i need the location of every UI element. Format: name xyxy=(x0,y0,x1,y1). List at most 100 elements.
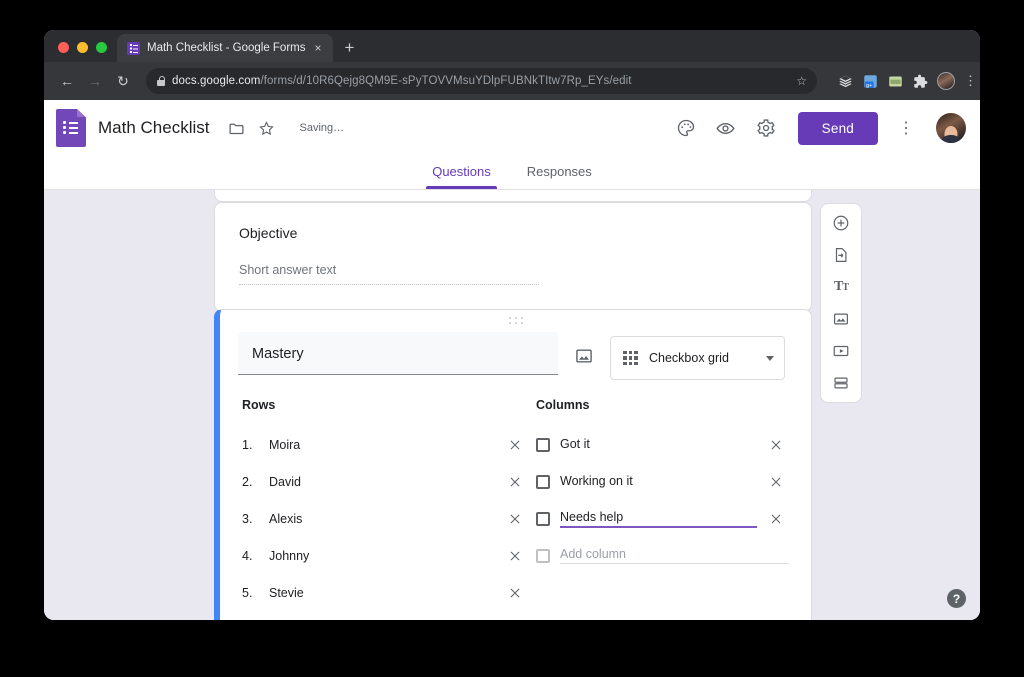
help-button[interactable]: ? xyxy=(947,589,966,608)
short-answer-placeholder: Short answer text xyxy=(239,263,539,285)
add-image-icon[interactable] xyxy=(572,344,596,368)
tab-responses[interactable]: Responses xyxy=(513,156,606,189)
grid-row-item[interactable]: 1. Moira xyxy=(242,426,528,463)
account-avatar[interactable] xyxy=(936,113,966,143)
columns-header: Columns xyxy=(536,398,789,412)
palette-icon[interactable] xyxy=(668,110,704,146)
add-question-icon[interactable] xyxy=(825,210,857,236)
tab-questions[interactable]: Questions xyxy=(418,156,505,189)
remove-row-icon[interactable] xyxy=(506,584,524,602)
forward-icon[interactable]: → xyxy=(82,68,108,94)
row-number: 2. xyxy=(242,475,259,489)
new-tab-button[interactable]: + xyxy=(333,39,365,62)
browser-tab-title: Math Checklist - Google Forms xyxy=(147,42,306,54)
question-type-select[interactable]: Checkbox grid xyxy=(610,336,785,380)
add-section-icon[interactable] xyxy=(825,370,857,396)
puzzle-piece-icon[interactable] xyxy=(912,73,928,89)
grid-icon xyxy=(623,351,638,366)
grid-row-item[interactable]: 4. Johnny xyxy=(242,537,528,574)
checkbox-icon xyxy=(536,438,550,452)
google-forms-app: Math Checklist Saving… Send ⋮ xyxy=(44,100,980,620)
add-title-description-icon[interactable]: TT xyxy=(825,274,857,300)
grid-row-item[interactable]: 6.Twyla xyxy=(242,611,528,620)
folder-icon[interactable] xyxy=(223,115,249,141)
add-item-toolbar: TT xyxy=(820,203,862,403)
browser-tab[interactable]: Math Checklist - Google Forms × xyxy=(117,34,333,62)
rows-column: Rows 1. Moira 2. David 3.Alexis 4. Johnny 5. Ste… xyxy=(242,398,528,620)
row-label-input[interactable]: Moira xyxy=(269,438,496,452)
browser-profile-avatar[interactable] xyxy=(937,72,955,90)
grid-row-item[interactable]: 2. David xyxy=(242,463,528,500)
g-plus-extension-icon[interactable]: g+ xyxy=(862,73,878,89)
checkbox-icon xyxy=(536,512,550,526)
close-icon[interactable]: × xyxy=(313,42,324,54)
row-number: 1. xyxy=(242,438,259,452)
remove-row-icon[interactable] xyxy=(506,436,524,454)
grid-column-item[interactable]: Add column xyxy=(536,537,789,574)
column-label-input[interactable]: Needs help xyxy=(560,510,757,528)
svg-text:g+: g+ xyxy=(866,82,872,88)
remove-row-icon[interactable] xyxy=(506,473,524,491)
note-extension-icon[interactable] xyxy=(887,73,903,89)
chevron-down-icon xyxy=(766,356,774,361)
browser-window: Math Checklist - Google Forms × + ← → ↻ … xyxy=(44,30,980,620)
layers-icon[interactable] xyxy=(837,73,853,89)
row-number: 5. xyxy=(242,586,259,600)
remove-row-icon[interactable] xyxy=(506,547,524,565)
browser-menu-icon[interactable]: ⋮ xyxy=(964,77,970,85)
column-label-input[interactable]: Working on it xyxy=(560,474,757,490)
row-number: 4. xyxy=(242,549,259,563)
eye-icon[interactable] xyxy=(708,110,744,146)
row-label-input[interactable]: Stevie xyxy=(269,586,496,600)
address-bar[interactable]: docs.google.com/forms/d/10R6Qejg8QM9E-sP… xyxy=(146,68,817,94)
maximize-window-button[interactable] xyxy=(96,42,107,53)
column-label-input[interactable]: Got it xyxy=(560,437,757,453)
question-header: Mastery Checkbox grid xyxy=(220,328,811,380)
remove-column-icon[interactable] xyxy=(767,473,785,491)
grid-column-item[interactable]: Needs help xyxy=(536,500,789,537)
minimize-window-button[interactable] xyxy=(77,42,88,53)
forms-header: Math Checklist Saving… Send ⋮ xyxy=(44,100,980,156)
url-path: /forms/d/10R6Qejg8QM9E-sPyTOVVMsuYDlpFUB… xyxy=(260,75,631,87)
grid-row-item[interactable]: 3.Alexis xyxy=(242,500,528,537)
grid-column-item[interactable]: Working on it xyxy=(536,463,789,500)
forms-tab-bar: Questions Responses xyxy=(44,156,980,190)
send-button[interactable]: Send xyxy=(798,112,878,145)
add-image-icon[interactable] xyxy=(825,306,857,332)
add-video-icon[interactable] xyxy=(825,338,857,364)
reload-icon[interactable]: ↻ xyxy=(110,68,136,94)
remove-column-icon[interactable] xyxy=(767,510,785,528)
question-card-objective[interactable]: Objective Short answer text xyxy=(214,202,812,312)
checkbox-icon xyxy=(536,549,550,563)
address-bar-url: docs.google.com/forms/d/10R6Qejg8QM9E-sP… xyxy=(172,75,789,87)
form-title[interactable]: Math Checklist xyxy=(98,118,209,138)
drag-handle[interactable] xyxy=(220,310,811,328)
question-title-input[interactable]: Mastery xyxy=(238,332,558,375)
google-forms-logo-icon xyxy=(56,109,86,147)
gear-icon[interactable] xyxy=(748,110,784,146)
window-traffic-lights xyxy=(54,42,117,62)
back-icon[interactable]: ← xyxy=(54,68,80,94)
checkbox-icon xyxy=(536,475,550,489)
columns-column: Columns Got it Working on it Needs help Add… xyxy=(528,398,789,620)
rows-header: Rows xyxy=(242,398,528,412)
previous-card-partial[interactable] xyxy=(214,190,812,202)
more-options-icon[interactable]: ⋮ xyxy=(888,110,924,146)
close-window-button[interactable] xyxy=(58,42,69,53)
bookmark-star-icon[interactable]: ☆ xyxy=(796,74,807,88)
row-label-input[interactable]: Alexis xyxy=(269,512,496,526)
row-label-input[interactable]: Johnny xyxy=(269,549,496,563)
column-label-input[interactable]: Add column xyxy=(560,547,789,564)
remove-row-icon[interactable] xyxy=(506,510,524,528)
browser-toolbar: ← → ↻ docs.google.com/forms/d/10R6Qejg8Q… xyxy=(44,62,980,100)
lock-icon xyxy=(157,76,165,86)
remove-column-icon[interactable] xyxy=(767,436,785,454)
save-status: Saving… xyxy=(299,122,344,134)
import-questions-icon[interactable] xyxy=(825,242,857,268)
grid-column-item[interactable]: Got it xyxy=(536,426,789,463)
grid-row-item[interactable]: 5. Stevie xyxy=(242,574,528,611)
star-icon[interactable] xyxy=(253,115,279,141)
question-type-label: Checkbox grid xyxy=(649,351,755,365)
row-label-input[interactable]: David xyxy=(269,475,496,489)
question-card-mastery[interactable]: Mastery Checkbox grid Rows 1. Moira 2. Davi… xyxy=(214,309,812,620)
